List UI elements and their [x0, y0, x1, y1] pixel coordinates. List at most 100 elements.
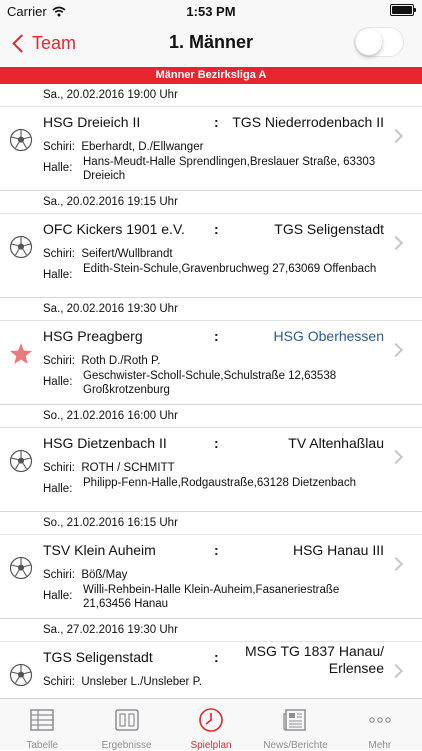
handball-icon	[9, 128, 33, 152]
chevron-right-icon	[388, 663, 404, 679]
hall-label: Halle:	[43, 269, 73, 281]
referee-value: Seifert/Wullbrandt	[81, 248, 173, 260]
clock-time: 1:53 PM	[186, 4, 236, 19]
hall-label: Halle:	[43, 590, 73, 602]
home-team: OFC Kickers 1901 e.V.	[43, 221, 185, 237]
referee-label: Schiri:	[43, 676, 75, 688]
chevron-right-icon	[388, 342, 404, 358]
away-team: TV Altenhaßlau	[288, 435, 384, 451]
home-team: TSV Klein Auheim	[43, 542, 156, 558]
away-team: TGS Seligenstadt	[274, 221, 384, 237]
tab-tabelle[interactable]: Tabelle	[0, 699, 84, 751]
score-separator: :	[214, 542, 219, 558]
hall-value: Hans-Meudt-Halle Sprendlingen,Breslauer …	[83, 156, 376, 182]
home-team: HSG Preagberg	[43, 328, 143, 344]
referee-line: Schiri: Böß/May	[43, 569, 127, 581]
tab-news-berichte[interactable]: News/Berichte	[253, 699, 337, 751]
hall-value: Willi-Rehbein-Halle Klein-Auheim,Fasaner…	[83, 584, 340, 610]
referee-label: Schiri:	[43, 141, 75, 153]
newspaper-icon	[281, 706, 309, 740]
tab-ergebnisse[interactable]: Ergebnisse	[84, 699, 168, 751]
match-date: Sa., 20.02.2016 19:30 Uhr	[43, 303, 178, 315]
chevron-right-icon	[388, 235, 404, 251]
match-date: Sa., 20.02.2016 19:00 Uhr	[43, 89, 178, 101]
star-icon	[9, 342, 33, 366]
tab-label: Mehr	[368, 740, 392, 751]
referee-value: Eberhardt, D./Ellwanger	[81, 141, 204, 153]
tab-mehr[interactable]: Mehr	[338, 699, 422, 751]
referee-line: Schiri: Unsleber L./Unsleber P.	[43, 676, 202, 688]
hall-label: Halle:	[43, 376, 73, 388]
tab-label: Ergebnisse	[101, 740, 152, 751]
divider	[0, 106, 422, 107]
handball-icon	[9, 663, 33, 687]
divider	[0, 320, 422, 321]
referee-label: Schiri:	[43, 355, 75, 367]
chevron-right-icon	[388, 449, 404, 465]
handball-icon	[9, 556, 33, 580]
navigation-bar: Team 1. Männer	[0, 22, 422, 66]
scoreboard-icon	[113, 706, 141, 740]
table-icon	[28, 706, 56, 740]
toggle-knob	[356, 29, 382, 55]
match-row[interactable]: Sa., 27.02.2016 19:30 Uhr TGS Seligenstad…	[0, 619, 422, 698]
score-separator: :	[214, 649, 219, 665]
referee-value: Unsleber L./Unsleber P.	[81, 676, 202, 688]
match-row[interactable]: Sa., 20.02.2016 19:30 Uhr HSG Preagberg: H…	[0, 298, 422, 405]
away-team: HSG Hanau III	[292, 542, 384, 558]
home-team: TGS Seligenstadt	[43, 649, 153, 665]
match-date: So., 21.02.2016 16:00 Uhr	[43, 410, 178, 422]
tab-label: Tabelle	[26, 740, 59, 751]
hall-value: Philipp-Fenn-Halle,Rodgaustraße,63128 Di…	[83, 477, 356, 489]
match-row[interactable]: Sa., 20.02.2016 19:15 Uhr OFC Kickers 190…	[0, 191, 422, 298]
match-row[interactable]: Sa., 20.02.2016 19:00 Uhr HSG Dreieich II…	[0, 84, 422, 191]
tab-label: News/Berichte	[263, 740, 328, 751]
away-team: MSG TG 1837 Hanau/ Erlensee	[244, 643, 384, 676]
handball-icon	[9, 235, 33, 259]
divider	[0, 641, 422, 642]
tab-label: Spielplan	[190, 740, 232, 751]
clock-icon	[197, 706, 225, 740]
home-team: HSG Dreieich II	[43, 114, 141, 130]
referee-value: ROTH / SCHMITT	[81, 462, 175, 474]
referee-value: Böß/May	[81, 569, 128, 581]
match-list[interactable]: Sa., 20.02.2016 19:00 Uhr HSG Dreieich II…	[0, 84, 422, 698]
referee-value: Roth D./Roth P.	[81, 355, 161, 367]
referee-line: Schiri: Seifert/Wullbrandt	[43, 248, 173, 260]
tab-spielplan[interactable]: Spielplan	[169, 699, 253, 751]
divider	[0, 534, 422, 535]
match-date: Sa., 20.02.2016 19:15 Uhr	[43, 196, 178, 208]
home-team: HSG Dietzenbach II	[43, 435, 167, 451]
divider	[0, 427, 422, 428]
hall-value: Edith-Stein-Schule,Gravenbruchweg 27,630…	[83, 263, 377, 275]
chevron-right-icon	[388, 128, 404, 144]
more-icon	[366, 706, 394, 740]
referee-label: Schiri:	[43, 569, 75, 581]
status-right	[390, 4, 416, 16]
handball-icon	[9, 449, 33, 473]
match-date: Sa., 27.02.2016 19:30 Uhr	[43, 624, 178, 636]
status-bar: Carrier 1:53 PM	[0, 0, 422, 22]
away-team: TGS Niederrodenbach II	[232, 114, 384, 130]
hall-label: Halle:	[43, 162, 73, 174]
tab-bar: Tabelle Ergebnisse Spielplan News/Berichte M…	[0, 698, 422, 751]
league-header: Männer Bezirksliga A	[0, 67, 422, 84]
away-team: HSG Oberhessen	[273, 328, 385, 344]
score-separator: :	[214, 221, 219, 237]
referee-label: Schiri:	[43, 248, 75, 260]
score-separator: :	[214, 328, 219, 344]
hall-label: Halle:	[43, 483, 73, 495]
divider	[0, 213, 422, 214]
referee-label: Schiri:	[43, 462, 75, 474]
referee-line: Schiri: Roth D./Roth P.	[43, 355, 160, 367]
hall-value: Geschwister-Scholl-Schule,Schulstraße 12…	[83, 370, 337, 396]
match-row[interactable]: So., 21.02.2016 16:00 Uhr HSG Dietzenbach…	[0, 405, 422, 512]
battery-icon	[390, 4, 416, 16]
match-row[interactable]: So., 21.02.2016 16:15 Uhr TSV Klein Auhei…	[0, 512, 422, 619]
referee-line: Schiri: ROTH / SCHMITT	[43, 462, 175, 474]
chevron-right-icon	[388, 556, 404, 572]
favorite-toggle[interactable]	[354, 27, 404, 57]
score-separator: :	[214, 435, 219, 451]
referee-line: Schiri: Eberhardt, D./Ellwanger	[43, 141, 203, 153]
match-date: So., 21.02.2016 16:15 Uhr	[43, 517, 178, 529]
